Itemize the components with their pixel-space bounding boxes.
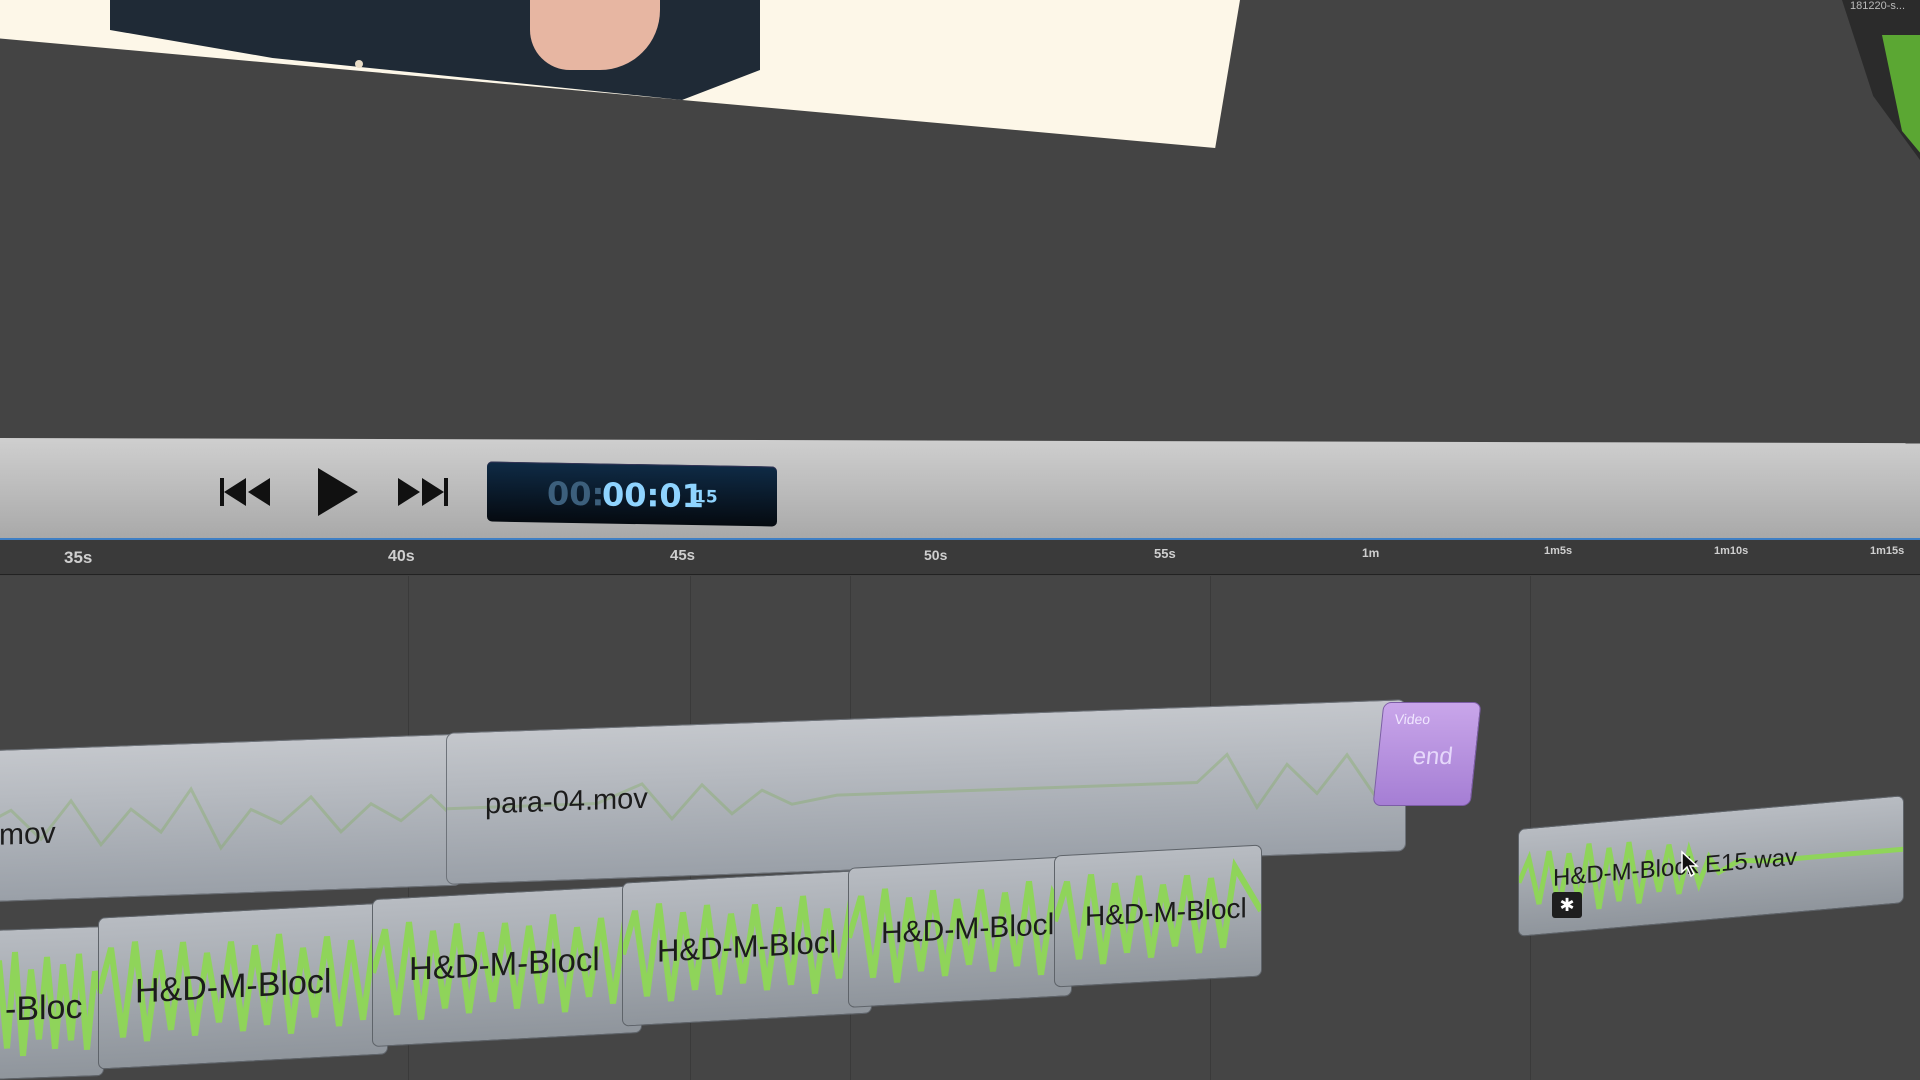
mouse-cursor-icon xyxy=(1681,850,1699,878)
timecode-hours: 00: xyxy=(547,474,605,514)
skip-forward-button[interactable] xyxy=(396,470,450,514)
audio-clip[interactable]: H&D-M-Blocl xyxy=(98,902,388,1070)
gear-icon[interactable]: ✱ xyxy=(1552,892,1582,918)
ruler-tick-50s: 50s xyxy=(924,547,948,563)
audio-clip[interactable]: H&D-M-Blocl xyxy=(1054,844,1262,988)
button-detail xyxy=(355,60,363,68)
clip-waveform xyxy=(0,786,462,851)
skip-back-icon xyxy=(220,478,270,506)
audio-clip[interactable]: H&D-M-Blocl xyxy=(622,869,872,1027)
ruler-tick-45s: 45s xyxy=(670,547,696,564)
ruler-tick-40s: 40s xyxy=(388,548,415,565)
play-button[interactable] xyxy=(314,466,360,518)
viewer: 181220-s... xyxy=(0,0,1920,440)
timecode-display[interactable]: 00: 00:01 15 xyxy=(487,461,777,527)
thumbnail-label: 181220-s... xyxy=(1850,0,1906,12)
ruler-tick-1m10s: 1m10s xyxy=(1714,545,1749,557)
video-end-clip[interactable]: Video end xyxy=(1372,702,1482,806)
video-clip[interactable]: mov xyxy=(0,733,462,903)
skip-forward-icon xyxy=(398,478,448,506)
clip-thumbnail[interactable]: 181220-s... xyxy=(1842,0,1920,160)
clip-label: para-04.mov xyxy=(485,782,648,821)
audio-clip[interactable]: H&D-M-Blocl xyxy=(848,856,1072,1008)
clip-label: mov xyxy=(0,816,56,852)
ruler-tick-1m5s: 1m5s xyxy=(1544,545,1573,557)
audio-clip[interactable]: -Bloc xyxy=(0,926,104,1080)
transport-bar xyxy=(0,438,1920,541)
timecode-minutes-seconds: 00:01 xyxy=(602,475,704,516)
audio-clip[interactable]: H&D-M-Blocl xyxy=(372,884,642,1048)
clip-label: -Bloc xyxy=(5,987,83,1029)
thumbnail-image xyxy=(1882,35,1920,155)
timeline-ruler[interactable]: 35s 40s 45s 50s 55s 1m 1m5s 1m10s 1m15s xyxy=(0,540,1920,575)
ruler-tick-35s: 35s xyxy=(64,548,93,567)
skip-back-button[interactable] xyxy=(218,470,272,514)
timecode-frames: 15 xyxy=(694,487,718,508)
play-icon xyxy=(318,468,358,516)
ruler-tick-1m: 1m xyxy=(1362,546,1380,560)
ruler-tick-55s: 55s xyxy=(1154,546,1176,561)
end-clip-label: end xyxy=(1411,743,1455,770)
clip-waveform xyxy=(447,750,1406,822)
ruler-tick-1m15s: 1m15s xyxy=(1870,545,1905,557)
end-clip-type-label: Video xyxy=(1393,711,1432,727)
